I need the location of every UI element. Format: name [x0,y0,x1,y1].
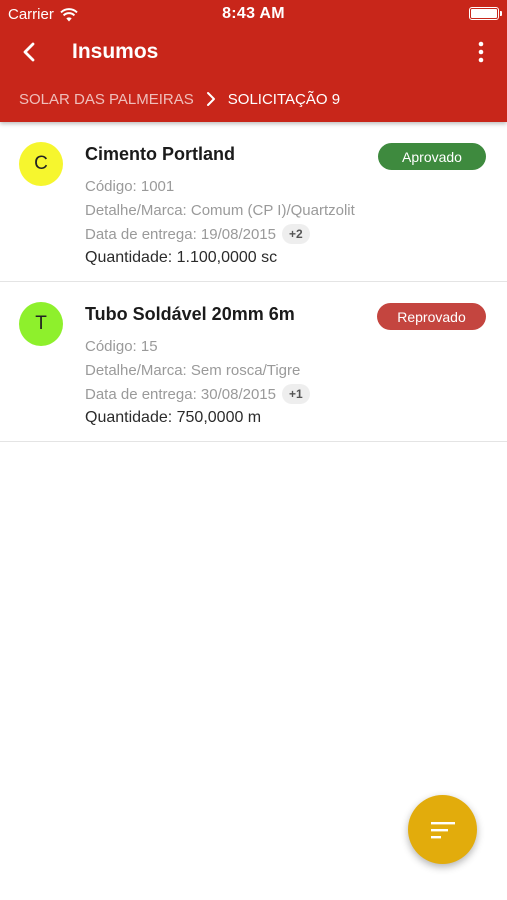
toolbar: Insumos [0,28,507,76]
chevron-left-icon [23,42,35,62]
breadcrumb: SOLAR DAS PALMEIRAS SOLICITAÇÃO 9 [0,76,507,122]
item-delivery-row: Data de entrega: 30/08/2015 +1 [85,384,487,404]
back-button[interactable] [14,36,44,68]
item-quantity: Quantidade: 1.100,0000 sc [85,249,278,266]
item-detail: Detalhe/Marca: Sem rosca/Tigre [85,361,301,379]
status-time: 8:43 AM [222,5,285,22]
item-delivery-date: Data de entrega: 19/08/2015 [85,225,276,243]
more-options-button[interactable] [469,38,493,66]
status-badge: Reprovado [377,303,486,330]
avatar-initial: C [34,153,48,174]
status-bar: Carrier 8:43 AM [0,0,507,28]
app-header: Carrier 8:43 AM Insumos SOLAR DAS PALMEI… [0,0,507,122]
extra-dates-badge[interactable]: +1 [282,384,310,404]
item-code: Código: 15 [85,337,158,355]
supply-list: C Cimento Portland Código: 1001 Detalhe/… [0,122,507,442]
page-title: Insumos [72,40,159,63]
list-item[interactable]: T Tubo Soldável 20mm 6m Código: 15 Detal… [0,282,507,442]
breadcrumb-current: SOLICITAÇÃO 9 [227,90,341,108]
more-vertical-icon [478,41,484,63]
item-delivery-date: Data de entrega: 30/08/2015 [85,385,276,403]
item-detail: Detalhe/Marca: Comum (CP I)/Quartzolit [85,201,355,219]
filter-button[interactable] [408,795,477,864]
chevron-right-icon [206,91,216,107]
breadcrumb-parent[interactable]: SOLAR DAS PALMEIRAS [19,91,194,108]
filter-icon [430,821,455,838]
extra-dates-badge[interactable]: +2 [282,224,310,244]
item-delivery-row: Data de entrega: 19/08/2015 +2 [85,224,487,244]
item-quantity: Quantidade: 750,0000 m [85,409,262,426]
item-code: Código: 1001 [85,177,175,195]
avatar: T [19,302,63,346]
status-badge: Aprovado [378,143,486,170]
battery-icon [469,7,502,20]
avatar: C [19,142,63,186]
avatar-initial: T [35,313,47,334]
list-item[interactable]: C Cimento Portland Código: 1001 Detalhe/… [0,122,507,282]
